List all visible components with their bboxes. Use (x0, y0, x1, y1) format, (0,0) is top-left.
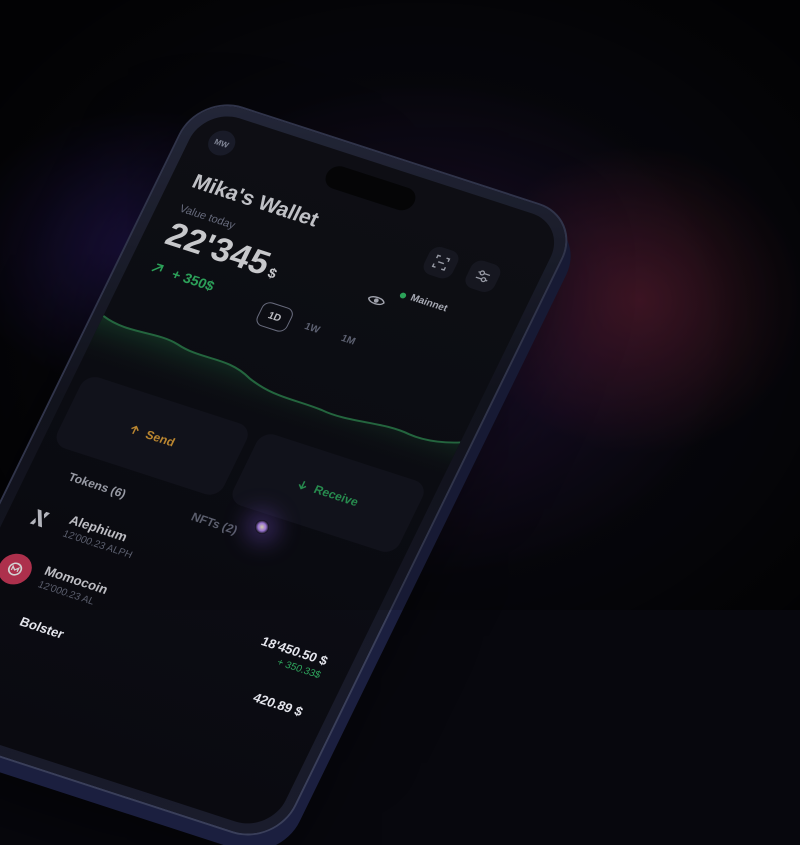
arrow-down-icon (298, 481, 307, 490)
period-1d[interactable]: 1D (253, 300, 296, 334)
light-sparkle (255, 520, 269, 534)
momocoin-icon (0, 549, 38, 589)
token-list: Alephium 12'000.23 ALPH Momocoin 12'000.… (0, 493, 358, 751)
network-badge[interactable]: Mainnet (398, 289, 449, 314)
visibility-toggle[interactable] (363, 291, 388, 313)
network-status-dot (399, 291, 408, 299)
send-label: Send (143, 427, 178, 450)
arrow-up-icon (131, 425, 140, 435)
sliders-icon (475, 270, 491, 283)
tab-nfts[interactable]: NFTs (2) (189, 510, 240, 537)
scan-button[interactable] (420, 244, 462, 281)
settings-button[interactable] (461, 258, 504, 295)
arrow-up-right-icon (151, 263, 165, 272)
receive-label: Receive (311, 482, 361, 510)
period-1w[interactable]: 1W (293, 313, 332, 344)
avatar[interactable]: MW (203, 127, 240, 159)
network-label: Mainnet (408, 292, 450, 315)
alephium-icon (18, 499, 63, 538)
tab-tokens[interactable]: Tokens (6) (66, 470, 128, 501)
period-1m[interactable]: 1M (329, 324, 368, 355)
scan-icon (431, 254, 451, 271)
gauge-icon (0, 600, 13, 639)
eye-icon (367, 296, 385, 305)
change-amount: + 350$ (169, 265, 218, 294)
